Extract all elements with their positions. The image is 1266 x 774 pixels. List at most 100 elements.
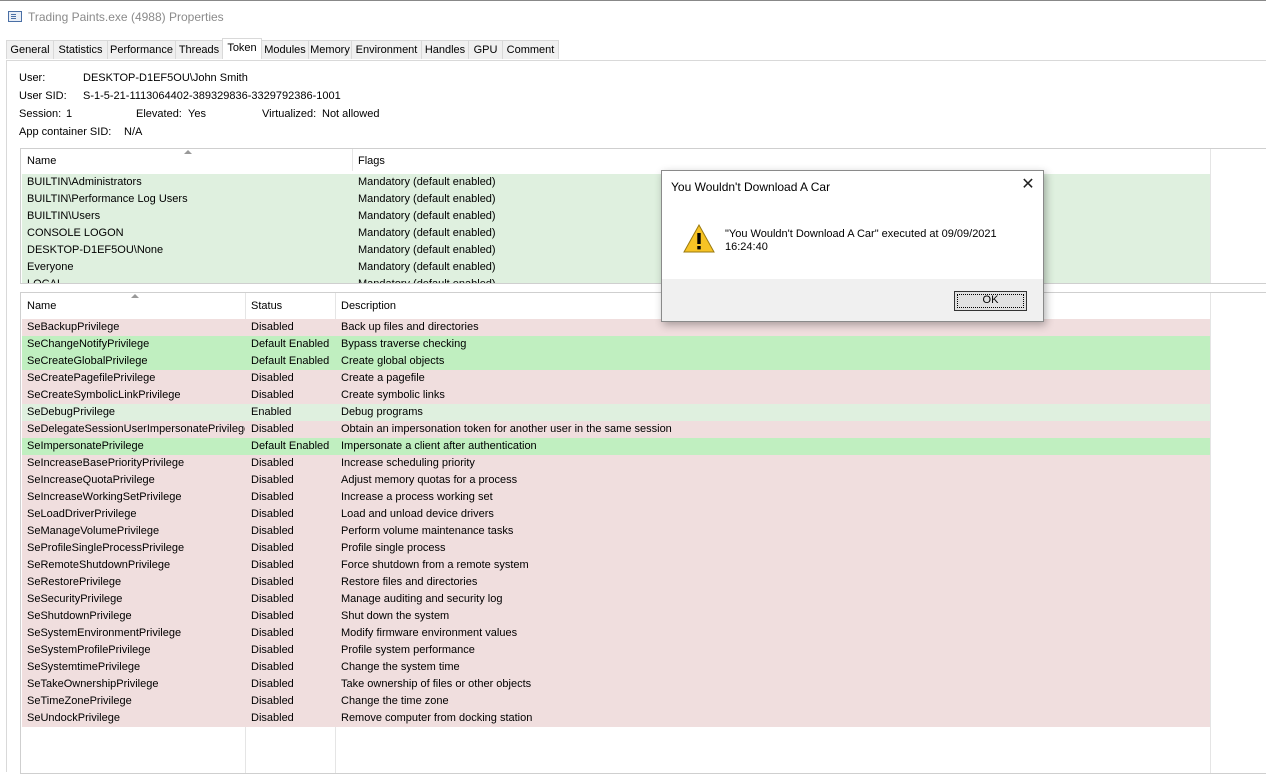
privilege-name: SeChangeNotifyPrivilege [27,338,150,350]
group-name: DESKTOP-D1EF5OU\None [27,244,164,256]
group-name: BUILTIN\Administrators [27,176,142,188]
privilege-row[interactable]: SeCreateSymbolicLinkPrivilege Disabled Cre… [22,387,1210,404]
privilege-row[interactable]: SeImpersonatePrivilege Default Enabled Imp… [22,438,1210,455]
elevated-label: Elevated: [136,108,182,120]
privilege-description: Impersonate a client after authenticatio… [341,440,537,452]
privilege-row[interactable]: SeCreatePagefilePrivilege Disabled Create … [22,370,1210,387]
tab-threads[interactable]: Threads [175,40,223,59]
privilege-name: SeIncreaseBasePriorityPrivilege [27,457,185,469]
tab-performance[interactable]: Performance [107,40,176,59]
privilege-row[interactable]: SeSystemEnvironmentPrivilege Disabled Modi… [22,625,1210,642]
privilege-row[interactable]: SeDebugPrivilege Enabled Debug programs [22,404,1210,421]
privilege-description: Manage auditing and security log [341,593,503,605]
privilege-description: Perform volume maintenance tasks [341,525,514,537]
privilege-name: SeTakeOwnershipPrivilege [27,678,159,690]
privilege-row[interactable]: SeIncreaseWorkingSetPrivilege Disabled Inc… [22,489,1210,506]
privilege-row[interactable]: SeCreateGlobalPrivilege Default Enabled Cr… [22,353,1210,370]
tab-token[interactable]: Token [222,38,262,59]
tab-general[interactable]: General [6,40,54,59]
privilege-status: Disabled [251,457,294,469]
user-sid-label: User SID: [19,90,67,102]
privilege-description: Load and unload device drivers [341,508,494,520]
privilege-description: Profile system performance [341,644,475,656]
privilege-name: SeSecurityPrivilege [27,593,123,605]
privilege-status: Disabled [251,423,294,435]
privilege-name: SeUndockPrivilege [27,712,120,724]
column-divider[interactable] [1210,149,1211,283]
privilege-row[interactable]: SeChangeNotifyPrivilege Default Enabled By… [22,336,1210,353]
privilege-row[interactable]: SeTimeZonePrivilege Disabled Change the ti… [22,693,1210,710]
privilege-description: Bypass traverse checking [341,338,467,350]
privileges-header-name[interactable]: Name [27,300,56,312]
privilege-description: Increase scheduling priority [341,457,475,469]
window-title: Trading Paints.exe (4988) Properties [28,10,224,24]
privilege-row[interactable]: SeProfileSingleProcessPrivilege Disabled P… [22,540,1210,557]
tab-environment[interactable]: Environment [351,40,422,59]
tab-strip: General Statistics Performance Threads Token… [6,38,1266,60]
privilege-row[interactable]: SeRestorePrivilege Disabled Restore files … [22,574,1210,591]
privilege-row[interactable]: SeSystemProfilePrivilege Disabled Profile … [22,642,1210,659]
privilege-row[interactable]: SeIncreaseBasePriorityPrivilege Disabled I… [22,455,1210,472]
column-divider[interactable] [352,149,353,171]
group-name: BUILTIN\Users [27,210,101,222]
groups-header-name[interactable]: Name [27,155,56,167]
warning-icon [683,224,715,253]
privilege-status: Disabled [251,389,294,401]
groups-list[interactable]: Name Flags BUILTIN\Administrators Mandato… [20,148,1266,284]
privilege-row[interactable]: SeShutdownPrivilege Disabled Shut down the… [22,608,1210,625]
tab-comment[interactable]: Comment [502,40,559,59]
privilege-status: Default Enabled [251,440,330,452]
dialog-message: "You Wouldn't Download A Car" executed a… [725,228,997,253]
title-bar: Trading Paints.exe (4988) Properties [0,0,1266,34]
privilege-description: Force shutdown from a remote system [341,559,529,571]
privilege-status: Disabled [251,372,294,384]
privileges-header-description[interactable]: Description [341,300,396,312]
privilege-row[interactable]: SeIncreaseQuotaPrivilege Disabled Adjust m… [22,472,1210,489]
privilege-name: SeSystemtimePrivilege [27,661,141,673]
virtualized-value: Not allowed [322,108,380,120]
privilege-name: SeImpersonatePrivilege [27,440,144,452]
privilege-status: Disabled [251,576,294,588]
privilege-row[interactable]: SeUndockPrivilege Disabled Remove computer… [22,710,1210,727]
privileges-list[interactable]: Name Status Description SeBackupPrivileg… [20,292,1266,774]
elevated-value: Yes [188,108,206,120]
privilege-status: Disabled [251,593,294,605]
privilege-row[interactable]: SeDelegateSessionUserImpersonatePrivileg… [22,421,1210,438]
tab-statistics[interactable]: Statistics [53,40,108,59]
privilege-name: SeRemoteShutdownPrivilege [27,559,171,571]
close-icon[interactable]: ✕ [1019,176,1037,194]
privilege-row[interactable]: SeRemoteShutdownPrivilege Disabled Force s… [22,557,1210,574]
privilege-status: Disabled [251,661,294,673]
privilege-description: Obtain an impersonation token for anothe… [341,423,672,435]
privilege-name: SeTimeZonePrivilege [27,695,132,707]
tab-modules[interactable]: Modules [261,40,309,59]
user-value: DESKTOP-D1EF5OU\John Smith [83,72,248,84]
privilege-status: Disabled [251,610,294,622]
privilege-status: Disabled [251,644,294,656]
privilege-row[interactable]: SeManageVolumePrivilege Disabled Perform v… [22,523,1210,540]
tab-gpu[interactable]: GPU [468,40,503,59]
privilege-name: SeDebugPrivilege [27,406,116,418]
message-dialog: You Wouldn't Download A Car ✕ "You Would… [661,170,1044,322]
group-name: BUILTIN\Performance Log Users [27,193,188,205]
privilege-row[interactable]: SeLoadDriverPrivilege Disabled Load and un… [22,506,1210,523]
privileges-header-status[interactable]: Status [251,300,282,312]
privilege-status: Disabled [251,321,294,333]
privilege-status: Disabled [251,508,294,520]
privilege-description: Create a pagefile [341,372,425,384]
privilege-status: Default Enabled [251,355,330,367]
privilege-name: SeShutdownPrivilege [27,610,132,622]
column-divider[interactable] [1210,293,1211,773]
privilege-name: SeSystemEnvironmentPrivilege [27,627,182,639]
privilege-row[interactable]: SeTakeOwnershipPrivilege Disabled Take own… [22,676,1210,693]
privilege-description: Change the time zone [341,695,449,707]
tab-memory[interactable]: Memory [308,40,352,59]
tab-handles[interactable]: Handles [421,40,469,59]
privilege-description: Change the system time [341,661,460,673]
privilege-status: Disabled [251,474,294,486]
privilege-description: Modify firmware environment values [341,627,518,639]
privilege-row[interactable]: SeSystemtimePrivilege Disabled Change the … [22,659,1210,676]
groups-header-flags[interactable]: Flags [358,155,385,167]
ok-button[interactable]: OK [954,291,1027,311]
privilege-row[interactable]: SeSecurityPrivilege Disabled Manage auditi… [22,591,1210,608]
